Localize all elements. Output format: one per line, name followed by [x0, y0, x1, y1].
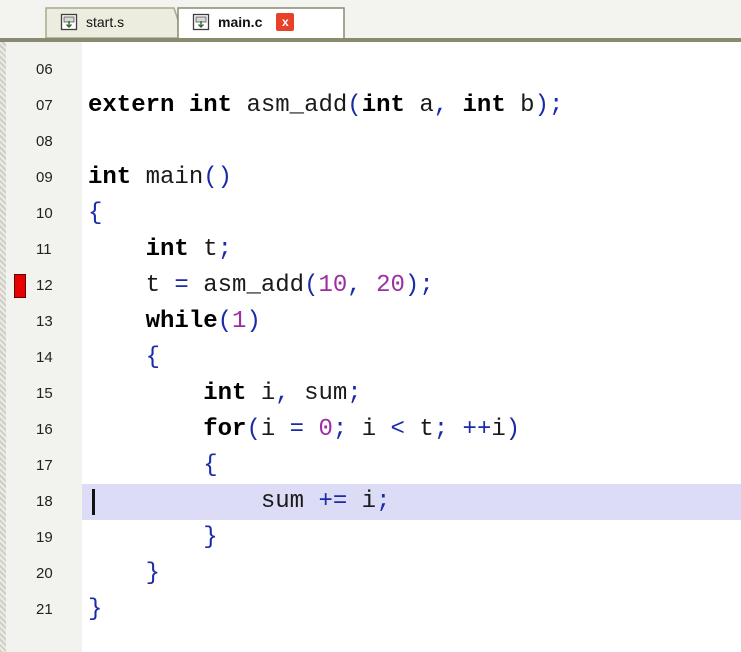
line-number: 07: [6, 88, 82, 124]
code-line[interactable]: 13 while(1): [0, 304, 741, 340]
code-line[interactable]: 10{: [0, 196, 741, 232]
tab-start-s[interactable]: start.s: [44, 6, 186, 38]
file-icon: [192, 13, 210, 31]
line-number: 06: [6, 52, 82, 88]
code-line[interactable]: 16 for(i = 0; i < t; ++i): [0, 412, 741, 448]
code-line[interactable]: 06: [0, 52, 741, 88]
code-editor[interactable]: 06 07 extern int asm_add(int a, int b); 08 0…: [0, 42, 741, 652]
code-line[interactable]: 14 {: [0, 340, 741, 376]
code-text: {: [145, 344, 161, 371]
code-line[interactable]: 11 int t;: [0, 232, 741, 268]
line-number: 20: [6, 556, 82, 592]
line-number: 15: [6, 376, 82, 412]
line-number: 16: [6, 412, 82, 448]
code-text: t = asm_add(10, 20);: [145, 272, 434, 299]
code-line[interactable]: 15 int i, sum;: [0, 376, 741, 412]
line-number: 08: [6, 124, 82, 160]
line-number: 13: [6, 304, 82, 340]
code-line[interactable]: 07 extern int asm_add(int a, int b);: [0, 88, 741, 124]
code-text: }: [203, 524, 218, 551]
line-number: 19: [6, 520, 82, 556]
code-text: int t;: [145, 236, 233, 263]
code-text: }: [88, 596, 103, 623]
tab-main-c[interactable]: main.c x: [176, 6, 346, 38]
line-number: 10: [6, 196, 82, 232]
code-line[interactable]: 08: [0, 124, 741, 160]
tab-bar: start.s main.c x: [0, 0, 741, 42]
text-cursor: [92, 489, 95, 515]
line-number: 17: [6, 448, 82, 484]
code-text: while(1): [145, 308, 261, 335]
code-text: for(i = 0; i < t; ++i): [203, 416, 521, 443]
code-text: int i, sum;: [203, 380, 362, 407]
code-line[interactable]: 17 {: [0, 448, 741, 484]
code-text: int main(): [88, 164, 233, 191]
line-number: 21: [6, 592, 82, 628]
code-text: extern int asm_add(int a, int b);: [88, 92, 564, 119]
code-text: }: [145, 560, 161, 587]
line-number: 11: [6, 232, 82, 268]
code-line[interactable]: 19 }: [0, 520, 741, 556]
code-line[interactable]: 18 sum += i;: [0, 484, 741, 520]
code-line[interactable]: 12 t = asm_add(10, 20);: [0, 268, 741, 304]
breakpoint-marker[interactable]: [14, 274, 26, 298]
file-icon: [60, 13, 78, 31]
code-text: {: [203, 452, 218, 479]
code-line[interactable]: 21}: [0, 592, 741, 628]
tab-label: main.c: [218, 14, 263, 30]
code-text: sum += i;: [260, 488, 391, 515]
code-line[interactable]: 09 int main(): [0, 160, 741, 196]
tab-label: start.s: [86, 14, 125, 30]
line-number: 18: [6, 484, 82, 520]
code-line[interactable]: 20 }: [0, 556, 741, 592]
line-number: 09: [6, 160, 82, 196]
close-icon[interactable]: x: [276, 13, 295, 31]
code-text: {: [88, 200, 103, 227]
line-number: 14: [6, 340, 82, 376]
